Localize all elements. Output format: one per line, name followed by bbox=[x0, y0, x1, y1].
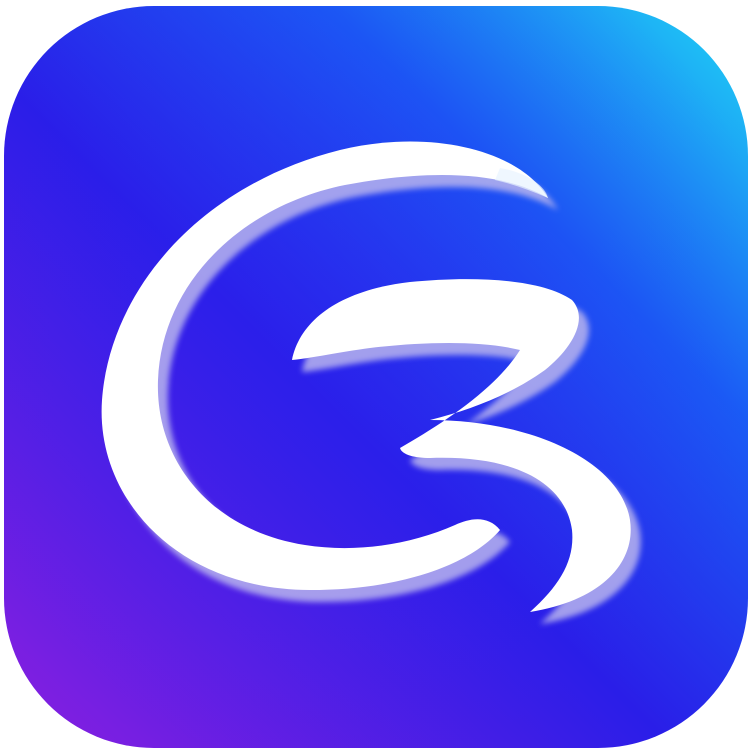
canvas bbox=[0, 0, 752, 754]
app-icon bbox=[4, 6, 748, 748]
